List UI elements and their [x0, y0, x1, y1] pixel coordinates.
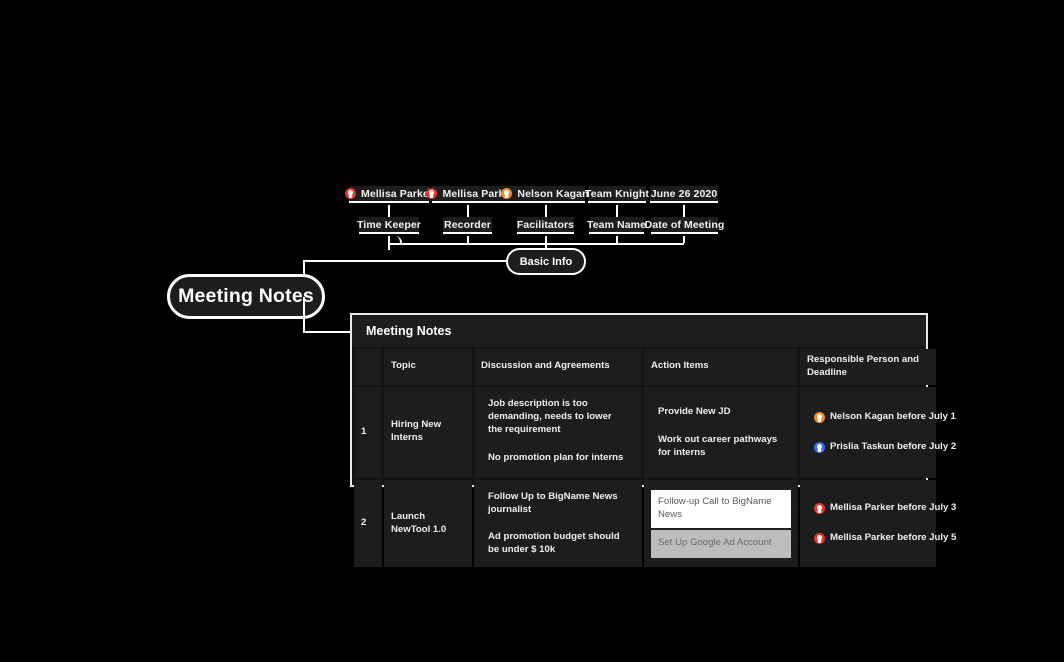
row-action-group: Provide New JD Work out career pathways … — [644, 386, 798, 478]
row-responsible-group: Mellisa Parker before July 3 Mellisa Par… — [800, 479, 956, 568]
connector-segment — [303, 331, 352, 333]
avatar-icon — [344, 188, 356, 199]
action-item[interactable]: Work out career pathways for interns — [651, 428, 791, 467]
table-header-row: Topic Discussion and Agreements Action I… — [354, 349, 936, 385]
meeting-notes-panel: Meeting Notes Topic Discussion and Agree… — [350, 313, 956, 568]
table-row[interactable]: 2 Launch NewTool 1.0 Follow Up to BigNam… — [354, 479, 956, 568]
responsible-text: Mellisa Parker before July 5 — [830, 532, 957, 544]
column-header-responsible: Responsible Person and Deadline — [800, 349, 936, 385]
row-index: 2 — [354, 479, 382, 568]
avatar-icon — [814, 533, 825, 545]
node-label-text: Facilitators — [516, 218, 575, 231]
row-index: 1 — [354, 386, 382, 478]
node-root-label: Meeting Notes — [178, 285, 314, 307]
connector-spine — [388, 243, 684, 245]
column-header-discussion: Discussion and Agreements — [474, 349, 642, 385]
node-value-label: Team Knight — [585, 187, 649, 200]
node-value-team-name[interactable]: Team Knight — [585, 186, 649, 203]
row-action-group: Follow-up Call to BigName News Set Up Go… — [644, 479, 798, 568]
node-value-recorder[interactable]: Mellisa Parker — [426, 186, 514, 203]
avatar-icon — [501, 188, 513, 199]
connector-segment — [683, 236, 685, 243]
connector-segment — [303, 297, 305, 333]
connector-segment — [303, 260, 508, 262]
discussion-item[interactable]: No promotion plan for interns — [481, 444, 635, 473]
connector-segment — [545, 205, 547, 217]
avatar-icon — [814, 503, 825, 515]
node-value-label: June 26 2020 — [650, 187, 718, 200]
responsible-text: Nelson Kagan before July 1 — [830, 410, 956, 422]
avatar-icon — [426, 188, 438, 199]
action-item[interactable]: Set Up Google Ad Account — [651, 529, 791, 558]
node-value-time-keeper[interactable]: Mellisa Parker — [344, 186, 433, 203]
action-item[interactable]: Provide New JD — [651, 398, 791, 427]
node-value-label: Nelson Kagan — [517, 187, 589, 200]
row-topic[interactable]: Launch NewTool 1.0 — [384, 479, 472, 568]
column-header-topic: Topic — [384, 349, 472, 385]
row-discussion-group: Job description is too demanding, needs … — [474, 386, 642, 478]
node-label-text: Time Keeper — [357, 218, 421, 231]
node-label-time-keeper[interactable]: Time Keeper — [357, 217, 421, 234]
responsible-item[interactable]: Mellisa Parker before July 3 — [807, 494, 956, 523]
panel-title: Meeting Notes — [352, 315, 926, 347]
responsible-item[interactable]: Prislia Taskun before July 2 — [807, 433, 956, 462]
node-value-label: Mellisa Parker — [360, 187, 434, 200]
node-label-date-of-meeting[interactable]: Date of Meeting — [645, 217, 724, 234]
node-basic-info-label: Basic Info — [519, 255, 573, 268]
node-label-team-name[interactable]: Team Name — [586, 217, 647, 234]
avatar-icon — [814, 411, 825, 423]
node-label-facilitators[interactable]: Facilitators — [517, 217, 574, 234]
responsible-text: Prislia Taskun before July 2 — [830, 440, 957, 452]
column-header-action-items: Action Items — [644, 349, 798, 385]
responsible-text: Mellisa Parker before July 3 — [830, 502, 957, 514]
row-responsible-group: Nelson Kagan before July 1 Prislia Tasku… — [800, 386, 956, 478]
responsible-item[interactable]: Mellisa Parker before July 5 — [807, 524, 956, 553]
connector-segment — [388, 205, 390, 217]
connector-segment — [467, 205, 469, 217]
node-value-facilitators[interactable]: Nelson Kagan — [501, 186, 589, 203]
avatar-icon — [814, 441, 825, 453]
discussion-item[interactable]: Follow Up to BigName News journalist — [481, 484, 635, 523]
node-basic-info[interactable]: Basic Info — [506, 248, 586, 275]
connector-segment — [616, 205, 618, 217]
action-item[interactable]: Follow-up Call to BigName News — [651, 489, 791, 528]
discussion-item[interactable]: Ad promotion budget should be under $ 10… — [481, 524, 635, 563]
connector-segment — [683, 205, 685, 217]
node-root-meeting-notes[interactable]: Meeting Notes — [167, 274, 325, 319]
table-row[interactable]: 1 Hiring New Interns Job description is … — [354, 386, 956, 478]
node-label-recorder[interactable]: Recorder — [443, 217, 492, 234]
node-label-text: Recorder — [444, 218, 491, 231]
discussion-item[interactable]: Job description is too demanding, needs … — [481, 391, 635, 443]
column-header-index — [354, 349, 382, 385]
meeting-notes-table: Topic Discussion and Agreements Action I… — [352, 347, 956, 569]
connector-segment — [616, 236, 618, 243]
row-topic[interactable]: Hiring New Interns — [384, 386, 472, 478]
row-discussion-group: Follow Up to BigName News journalist Ad … — [474, 479, 642, 568]
mindmap-canvas: Mellisa Parker Mellisa Parker Nelson Kag… — [0, 0, 1064, 662]
responsible-item[interactable]: Nelson Kagan before July 1 — [807, 403, 956, 432]
node-label-text: Team Name — [586, 218, 647, 231]
node-value-date-of-meeting[interactable]: June 26 2020 — [650, 186, 718, 203]
node-label-text: Date of Meeting — [644, 218, 725, 231]
